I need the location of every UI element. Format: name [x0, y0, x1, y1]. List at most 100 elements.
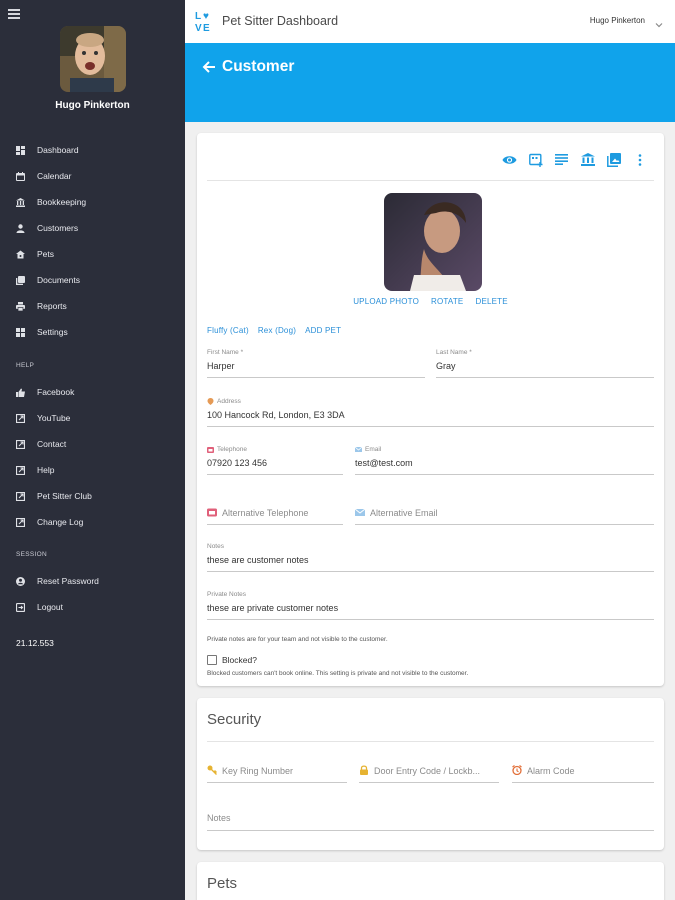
rotate-photo-button[interactable]: ROTATE	[431, 297, 463, 306]
telephone-field[interactable]: Telephone 07920 123 456	[207, 446, 343, 475]
back-arrow-icon[interactable]	[202, 60, 216, 74]
photo-actions: UPLOAD PHOTO ROTATE DELETE	[197, 297, 664, 306]
customer-card: UPLOAD PHOTO ROTATE DELETE Fluffy (Cat) …	[197, 133, 664, 686]
pets-title: Pets	[207, 875, 238, 892]
key-icon	[207, 765, 217, 775]
sidebar-item-label: Bookkeeping	[37, 197, 87, 207]
app-logo[interactable]: L ♥ V E	[195, 9, 213, 34]
sidebar-item-documents[interactable]: Documents	[0, 270, 185, 290]
page-header: Customer	[185, 43, 675, 122]
avatar[interactable]	[60, 26, 126, 92]
thumbs-up-icon	[16, 388, 25, 397]
bank-icon[interactable]	[579, 151, 596, 168]
customer-photo[interactable]	[384, 193, 482, 291]
eye-icon[interactable]	[501, 151, 518, 168]
last-name-label: Last Name *	[436, 349, 472, 356]
sidebar-user-name: Hugo Pinkerton	[55, 100, 130, 111]
address-value: 100 Hancock Rd, London, E3 3DA	[207, 410, 345, 420]
sidebar-item-contact[interactable]: Contact	[0, 434, 185, 454]
logout-icon	[16, 602, 25, 612]
top-bar: L ♥ V E Pet Sitter Dashboard Hugo Pinker…	[185, 0, 675, 43]
sidebar-item-label: Customers	[37, 223, 79, 233]
email-value: test@test.com	[355, 458, 413, 468]
address-field[interactable]: Address 100 Hancock Rd, London, E3 3DA	[207, 398, 654, 427]
key-ring-field[interactable]: Key Ring Number	[207, 763, 347, 783]
security-title: Security	[207, 711, 262, 728]
telephone-label: Telephone	[217, 446, 247, 454]
alt-email-placeholder: Alternative Email	[370, 508, 438, 518]
user-menu[interactable]: Hugo Pinkerton	[590, 16, 645, 25]
sidebar-item-label: Settings	[37, 327, 68, 337]
alarm-code-field[interactable]: Alarm Code	[512, 763, 654, 783]
email-field[interactable]: Email test@test.com	[354, 446, 654, 475]
page-title: Customer	[222, 58, 295, 75]
delete-photo-button[interactable]: DELETE	[475, 297, 507, 306]
door-code-field[interactable]: Door Entry Code / Lockb...	[359, 763, 499, 783]
pet-link[interactable]: Fluffy (Cat)	[207, 326, 249, 335]
toolbar-divider	[207, 180, 654, 181]
more-vert-icon[interactable]	[631, 151, 648, 168]
blocked-checkbox-row[interactable]: Blocked?	[207, 655, 257, 665]
paw-icon	[16, 250, 25, 259]
sidebar-item-label: Help	[37, 465, 55, 475]
bank-icon	[16, 197, 25, 207]
first-name-field[interactable]: First Name * Harper	[207, 349, 425, 378]
last-name-field[interactable]: Last Name * Gray	[436, 349, 654, 378]
account-circle-icon	[16, 576, 25, 586]
first-name-label: First Name *	[207, 349, 244, 356]
notes-field[interactable]: Notes these are customer notes	[207, 543, 654, 572]
sidebar-item-label: Calendar	[37, 171, 72, 181]
sidebar-item-pet-sitter-club[interactable]: Pet Sitter Club	[0, 486, 185, 506]
photo-library-icon[interactable]	[605, 151, 622, 168]
add-pet-button[interactable]: ADD PET	[305, 326, 341, 335]
sidebar-item-label: Reports	[37, 301, 67, 311]
sidebar-item-youtube[interactable]: YouTube	[0, 408, 185, 428]
sidebar-item-customers[interactable]: Customers	[0, 218, 185, 238]
sidebar-item-label: Dashboard	[37, 145, 79, 155]
external-link-icon	[16, 413, 25, 423]
sidebar-item-help[interactable]: Help	[0, 460, 185, 480]
sidebar-item-label: Documents	[37, 275, 80, 285]
alarm-clock-icon	[512, 765, 522, 776]
sidebar-item-facebook[interactable]: Facebook	[0, 382, 185, 402]
sidebar: Hugo Pinkerton Dashboard Calendar Bookke…	[0, 0, 185, 900]
first-name-value: Harper	[207, 361, 235, 371]
calendar-icon	[16, 171, 25, 181]
door-code-placeholder: Door Entry Code / Lockb...	[374, 766, 481, 776]
svg-text:♥: ♥	[203, 11, 209, 22]
sidebar-item-label: Contact	[37, 439, 67, 449]
sidebar-item-calendar[interactable]: Calendar	[0, 166, 185, 186]
private-notes-field[interactable]: Private Notes these are private customer…	[207, 591, 654, 620]
calendar-add-icon[interactable]	[527, 151, 544, 168]
sidebar-item-logout[interactable]: Logout	[0, 597, 185, 617]
security-notes-field[interactable]: Notes	[207, 811, 654, 831]
sidebar-item-label: Pet Sitter Club	[37, 491, 92, 501]
blocked-checkbox[interactable]	[207, 655, 217, 665]
sidebar-item-pets[interactable]: Pets	[0, 244, 185, 264]
external-link-icon	[16, 465, 25, 475]
notes-icon[interactable]	[553, 151, 570, 168]
svg-text:V: V	[195, 23, 202, 34]
sidebar-item-reports[interactable]: Reports	[0, 296, 185, 316]
sidebar-item-dashboard[interactable]: Dashboard	[0, 140, 185, 160]
alt-email-field[interactable]: Alternative Email	[354, 505, 654, 525]
pet-link[interactable]: Rex (Dog)	[258, 326, 296, 335]
pets-card: Pets	[197, 862, 664, 900]
chevron-down-icon[interactable]	[655, 16, 663, 28]
app-title: Pet Sitter Dashboard	[222, 14, 339, 28]
sidebar-item-settings[interactable]: Settings	[0, 322, 185, 342]
location-pin-icon	[207, 398, 214, 405]
sidebar-item-reset-password[interactable]: Reset Password	[0, 571, 185, 591]
sidebar-item-change-log[interactable]: Change Log	[0, 512, 185, 532]
upload-photo-button[interactable]: UPLOAD PHOTO	[353, 297, 419, 306]
sidebar-item-bookkeeping[interactable]: Bookkeeping	[0, 192, 185, 212]
svg-text:L: L	[195, 11, 201, 22]
key-ring-placeholder: Key Ring Number	[222, 766, 294, 776]
security-notes-placeholder: Notes	[207, 813, 231, 823]
sidebar-item-label: Logout	[37, 602, 63, 612]
menu-icon[interactable]	[8, 9, 20, 19]
external-link-icon	[16, 517, 25, 527]
alt-telephone-field[interactable]: Alternative Telephone	[207, 505, 343, 525]
last-name-value: Gray	[436, 361, 456, 371]
notes-label: Notes	[207, 543, 224, 550]
